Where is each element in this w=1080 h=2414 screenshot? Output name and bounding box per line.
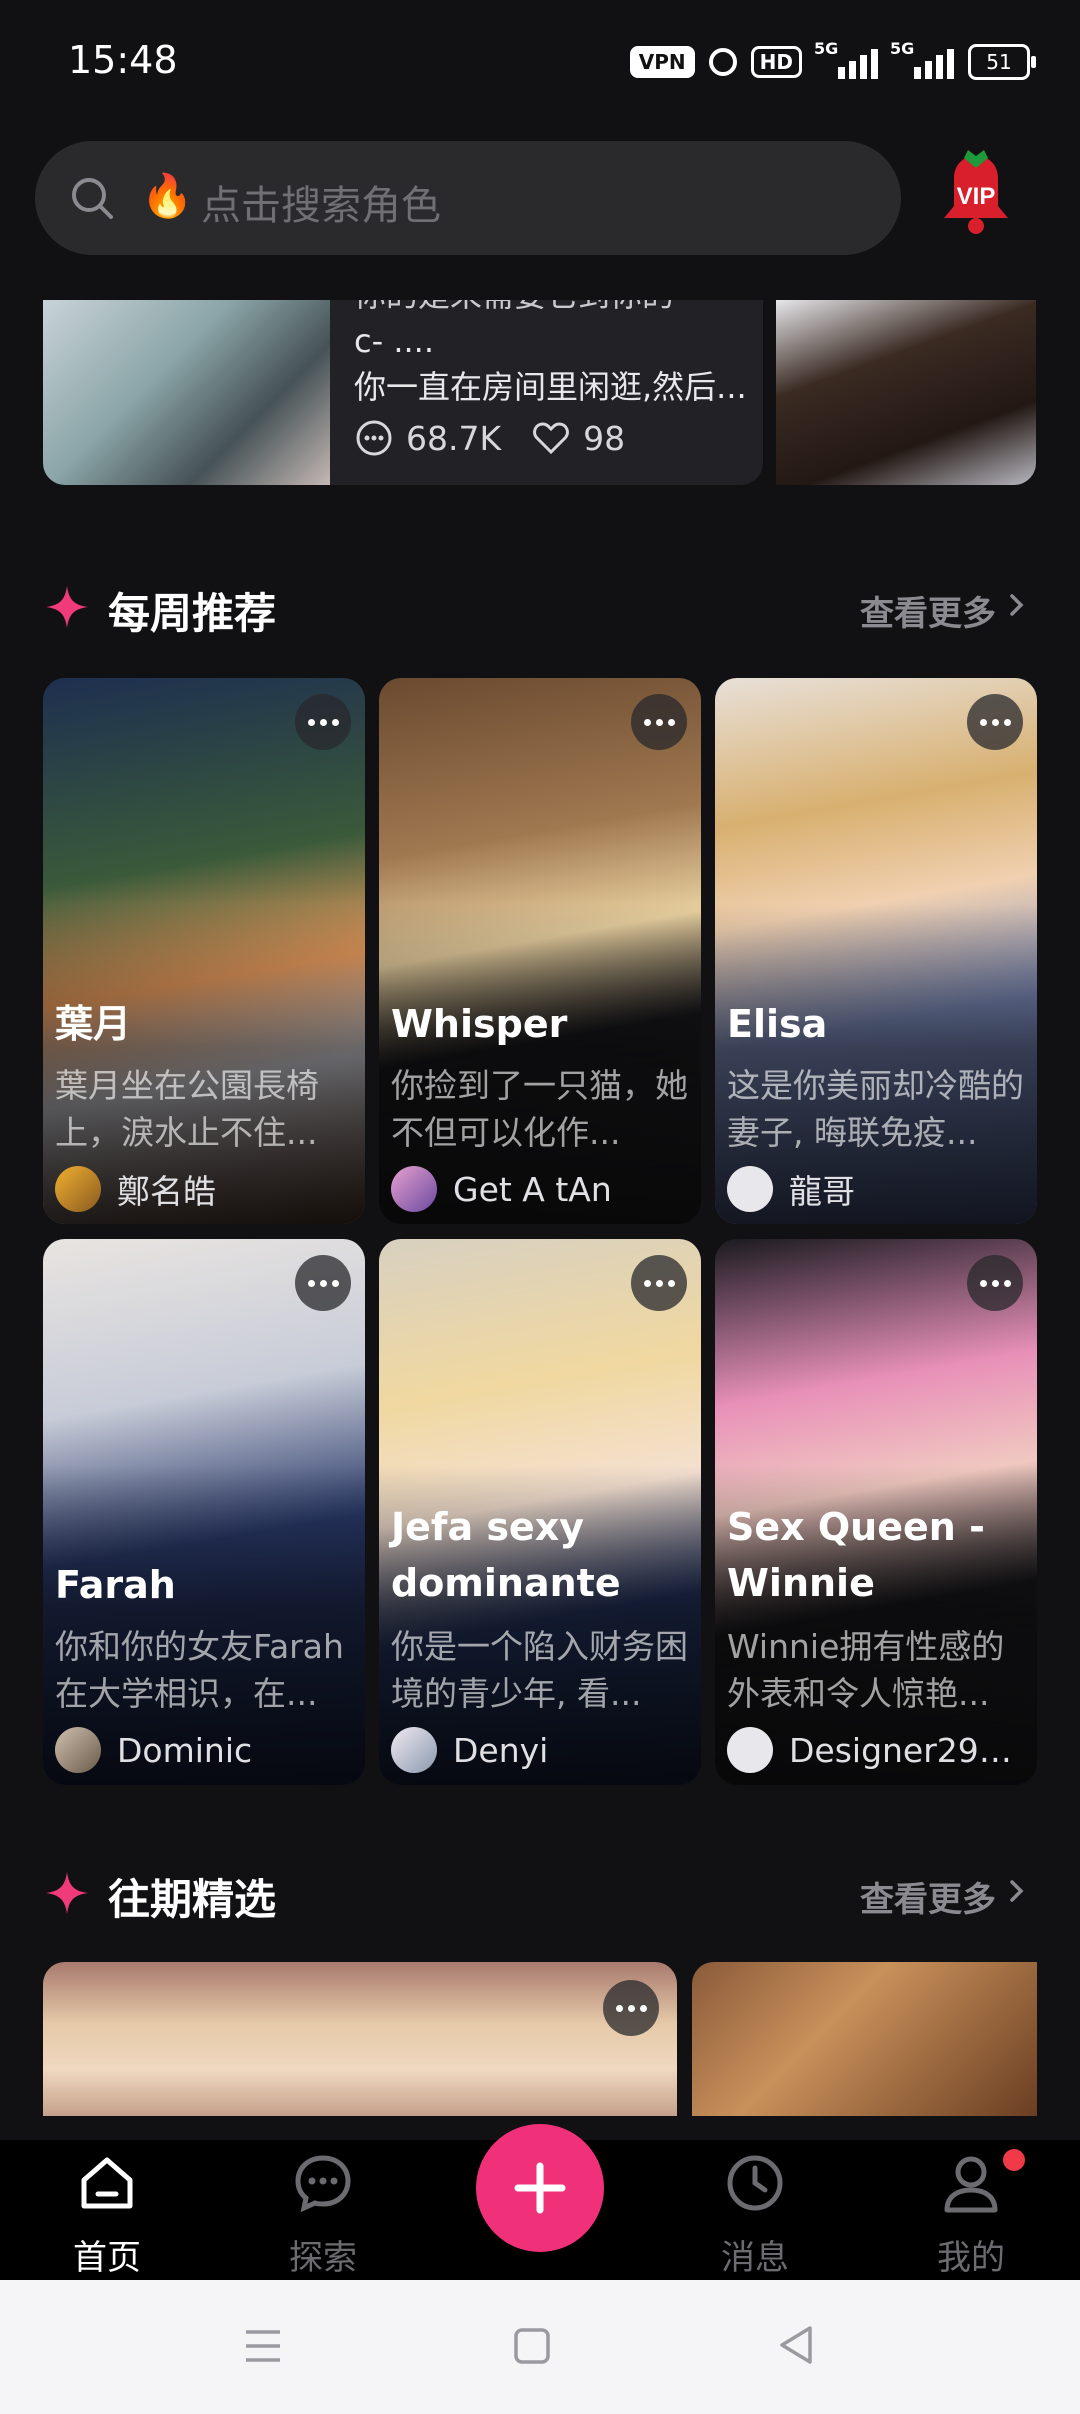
author-name: Get A tAn (453, 1169, 612, 1209)
author: Denyi (391, 1725, 691, 1775)
author: Dominic (55, 1725, 355, 1775)
chat-count: 68.7K (406, 418, 502, 458)
more-options-icon[interactable] (967, 1255, 1023, 1311)
status-icons: VPN HD 5G 5G 51 (629, 39, 1036, 80)
chevron-right-icon[interactable] (1006, 588, 1028, 622)
menu-icon[interactable] (242, 2326, 284, 2366)
search-bar[interactable]: 🔥 点击搜索角色 (35, 141, 901, 255)
vip-label: VIP (957, 183, 996, 210)
chat-bubble-icon (295, 2155, 351, 2213)
more-options-icon[interactable] (603, 1980, 659, 2036)
heart-icon (533, 422, 570, 455)
character-name: Farah (55, 1563, 176, 1607)
search-placeholder: 点击搜索角色 (201, 183, 441, 229)
hd-icon: HD (750, 46, 802, 78)
author-name: Designer292... (789, 1730, 1027, 1770)
author: 鄭名皓 (55, 1164, 355, 1214)
system-nav-bar (0, 2280, 1080, 2414)
author-name: Dominic (117, 1730, 253, 1770)
character-desc: 你捡到了一只猫，她不但可以化作... (391, 1066, 688, 1152)
past-cards (0, 1962, 1080, 2116)
character-name: Whisper (391, 1002, 568, 1046)
nav-label: 消息 (721, 2238, 789, 2278)
section-title: 每周推荐 (108, 589, 277, 638)
more-options-icon[interactable] (295, 694, 351, 750)
create-button[interactable] (476, 2124, 604, 2252)
past-card[interactable] (692, 1962, 1037, 2116)
featured-card[interactable]: 你的是来需要它到你的 c- .... 你一直在房间里闲逛,然后... 68.7K… (43, 300, 763, 485)
author: Designer292... (727, 1725, 1027, 1775)
character-desc: 这是你美丽却冷酷的妻子, 晦联免疫... (727, 1066, 1024, 1152)
more-options-icon[interactable] (631, 694, 687, 750)
notification-badge (1003, 2149, 1025, 2171)
like-count: 98 (583, 418, 626, 458)
clock-icon (727, 2155, 783, 2211)
featured-card-image (43, 300, 330, 485)
see-more-link[interactable]: 查看更多 (860, 586, 996, 635)
nav-home[interactable]: 首页 (32, 2140, 182, 2280)
fire-icon: 🔥 (141, 171, 194, 220)
nav-label: 探索 (289, 2238, 357, 2278)
home-square-icon[interactable] (512, 2326, 552, 2366)
avatar (391, 1727, 437, 1773)
author: 龍哥 (727, 1164, 1027, 1214)
character-card[interactable]: Sex Queen - Winnie Winnie拥有性感的外表和令人惊艳...… (715, 1239, 1037, 1785)
more-options-icon[interactable] (631, 1255, 687, 1311)
nav-explore[interactable]: 探索 (248, 2140, 398, 2280)
author: Get A tAn (391, 1164, 691, 1214)
character-desc: Winnie拥有性感的外表和令人惊艳... (727, 1627, 1005, 1713)
more-options-icon[interactable] (967, 694, 1023, 750)
avatar (55, 1727, 101, 1773)
see-more-link[interactable]: 查看更多 (860, 1872, 996, 1921)
status-bar: 15:48 VPN HD 5G 5G 51 (0, 0, 1080, 120)
chevron-right-icon[interactable] (1006, 1874, 1028, 1908)
vip-button[interactable]: VIP (924, 146, 1028, 250)
character-name: 葉月 (55, 1002, 132, 1046)
author-name: 鄭名皓 (117, 1172, 216, 1211)
search-icon (72, 178, 113, 219)
character-desc: 你是一个陷入财务困境的青少年, 看... (391, 1627, 688, 1713)
avatar (727, 1166, 773, 1212)
character-name: Jefa sexy dominante (391, 1505, 621, 1605)
back-icon[interactable] (776, 2324, 816, 2366)
user-icon (944, 2156, 998, 2213)
author-name: Denyi (453, 1730, 549, 1770)
avatar (55, 1166, 101, 1212)
past-card[interactable] (43, 1962, 677, 2116)
character-card[interactable]: Farah 你和你的女友Farah在大学相识，在... Dominic (43, 1239, 365, 1785)
signal-icon: 5G (814, 39, 878, 79)
character-card[interactable]: Whisper 你捡到了一只猫，她不但可以化作... Get A tAn (379, 678, 701, 1224)
author-name: 龍哥 (789, 1172, 855, 1211)
avatar (727, 1727, 773, 1773)
home-icon (81, 2157, 133, 2209)
past-section-header: 往期精选 查看更多 (44, 1862, 1036, 1924)
featured-card-stats: 68.7K 98 (354, 418, 625, 458)
featured-card-text: 你的是来需要它到你的 c- .... 你一直在房间里闲逛,然后... (354, 300, 747, 406)
status-time: 15:48 (68, 38, 178, 82)
chat-icon (356, 420, 392, 456)
nav-label: 我的 (937, 2238, 1005, 2278)
featured-card-next[interactable] (776, 300, 1036, 485)
character-name: Sex Queen - Winnie (727, 1505, 985, 1605)
weekly-section-header: 每周推荐 查看更多 (44, 576, 1036, 638)
character-card[interactable]: Elisa 这是你美丽却冷酷的妻子, 晦联免疫... 龍哥 (715, 678, 1037, 1224)
plus-icon (514, 2162, 566, 2214)
character-name: Elisa (727, 1002, 828, 1046)
battery-icon: 51 (968, 44, 1036, 80)
sparkle-icon (46, 586, 88, 628)
character-desc: 你和你的女友Farah在大学相识，在... (55, 1627, 344, 1713)
character-card[interactable]: 葉月 葉月坐在公園長椅上，淚水止不住... 鄭名皓 (43, 678, 365, 1224)
alarm-icon (708, 48, 737, 76)
section-title: 往期精选 (108, 1875, 277, 1924)
vpn-icon: VPN (629, 46, 695, 78)
character-card[interactable]: Jefa sexy dominante 你是一个陷入财务困境的青少年, 看...… (379, 1239, 701, 1785)
more-options-icon[interactable] (295, 1255, 351, 1311)
nav-messages[interactable]: 消息 (680, 2140, 830, 2280)
sparkle-icon (46, 1872, 88, 1914)
avatar (391, 1166, 437, 1212)
nav-label: 首页 (73, 2238, 141, 2278)
signal-icon-2: 5G (890, 39, 954, 79)
character-desc: 葉月坐在公園長椅上，淚水止不住... (55, 1066, 319, 1152)
featured-carousel: 你的是来需要它到你的 c- .... 你一直在房间里闲逛,然后... 68.7K… (0, 300, 1080, 485)
